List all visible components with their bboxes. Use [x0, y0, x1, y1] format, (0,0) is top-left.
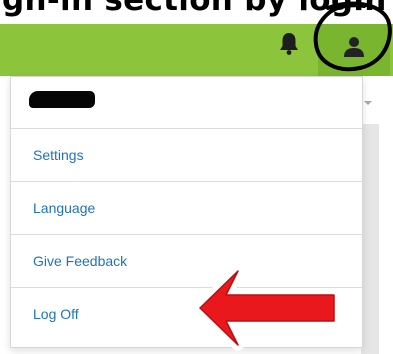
page-shade	[361, 124, 379, 354]
menu-item-language[interactable]: Language	[11, 182, 362, 235]
user-icon	[344, 37, 364, 57]
menu-item-label: Log Off	[33, 306, 79, 322]
menu-item-log-off[interactable]: Log Off	[11, 288, 362, 340]
menu-header-username	[11, 77, 362, 129]
user-menu-button[interactable]	[318, 24, 390, 76]
user-dropdown-menu: Settings Language Give Feedback Log Off	[10, 76, 363, 348]
caret-down-icon	[364, 101, 372, 105]
redacted-username	[29, 91, 95, 108]
menu-item-label: Give Feedback	[33, 253, 128, 269]
menu-item-label: Language	[33, 200, 96, 216]
menu-item-give-feedback[interactable]: Give Feedback	[11, 235, 362, 288]
menu-item-settings[interactable]: Settings	[11, 129, 362, 182]
annotation-caption: gn-in section by login	[2, 0, 387, 18]
bell-icon	[280, 33, 298, 55]
menu-item-label: Settings	[33, 147, 84, 163]
annotation-caption-strip: gn-in section by login	[0, 0, 393, 24]
page-background-right	[361, 76, 393, 354]
notifications-button[interactable]	[276, 30, 302, 58]
